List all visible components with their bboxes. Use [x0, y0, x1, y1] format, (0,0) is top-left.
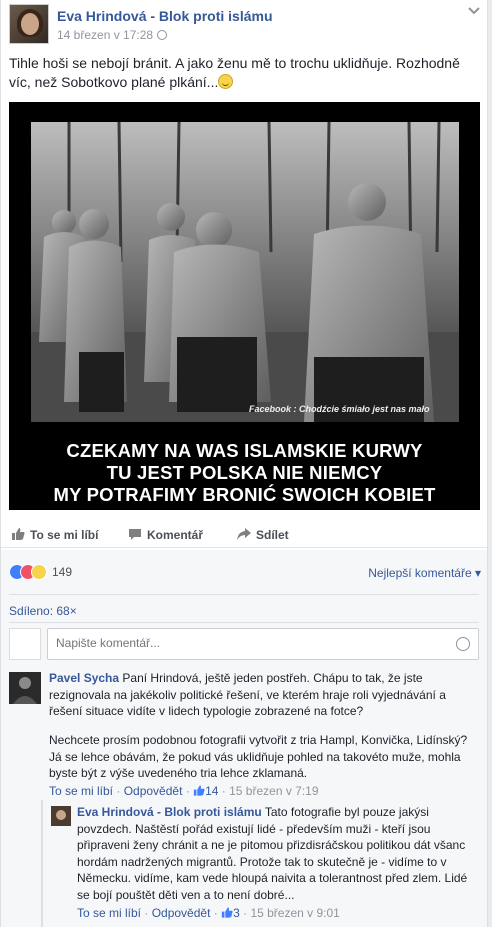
comment-button[interactable]: Komentář [128, 528, 203, 542]
chevron-down-icon[interactable] [467, 6, 481, 16]
author-avatar[interactable] [9, 4, 49, 44]
post-card: Eva Hrindová - Blok proti islámu 14 břez… [0, 0, 488, 927]
comment-sort-dropdown[interactable]: Nejlepší komentáře ▾ [368, 566, 481, 580]
globe-icon [157, 30, 168, 40]
reaction-count: 149 [52, 565, 73, 579]
comment-item: Pavel Sycha Paní Hrindová, ještě jeden p… [49, 670, 481, 720]
comment-input[interactable] [56, 636, 436, 650]
reply-avatar[interactable] [51, 806, 71, 826]
divider [9, 594, 479, 595]
share-button[interactable]: Sdílet [237, 528, 289, 542]
share-label: Sdílet [256, 528, 289, 542]
comment-like-count[interactable]: 14 [205, 784, 218, 798]
reply-like-link[interactable]: To se mi líbí [77, 906, 141, 920]
feedback-section: 149 Nejlepší komentáře ▾ Sdíleno: 68× Pa… [1, 550, 487, 927]
author-name[interactable]: Eva Hrindová - Blok proti islámu [57, 8, 273, 24]
reactions-summary[interactable]: 149 [9, 564, 72, 580]
haha-reaction-icon [31, 564, 47, 580]
post-actions: To se mi líbí Komentář Sdílet [1, 524, 487, 548]
comment-label: Komentář [147, 528, 204, 542]
caret-down-icon: ▾ [474, 566, 481, 580]
comment-time[interactable]: 15 březen v 7:19 [229, 784, 318, 798]
comment-like-link[interactable]: To se mi líbí [49, 784, 113, 798]
post-body: Tihle hoši se nebojí bránit. A jako ženu… [9, 55, 460, 90]
comment-input-box[interactable] [47, 628, 479, 660]
reply-thread-line [41, 800, 43, 927]
share-icon [237, 528, 251, 540]
comment-icon [129, 529, 141, 540]
reply-text: Tato fotografie byl pouze jakýsi povzdec… [77, 805, 468, 902]
comment-paragraph: Nechcete prosím podobnou fotografii vytv… [49, 732, 481, 782]
photo-watermark: Facebook : Chodźcie śmiało jest nas mało [249, 404, 430, 414]
photo-caption: CZEKAMY NA WAS ISLAMSKIE KURWY TU JEST P… [9, 440, 480, 506]
caption-line-3: MY POTRAFIMY BRONIĆ SWOICH KOBIET [53, 484, 436, 505]
post-photo[interactable]: Facebook : Chodźcie śmiało jest nas mało… [9, 102, 480, 510]
post-timestamp[interactable]: 14 březen v 17:28 [57, 28, 153, 42]
reply-like-count[interactable]: 3 [233, 906, 240, 920]
emoji-picker-icon[interactable] [456, 637, 470, 651]
like-button[interactable]: To se mi líbí [11, 528, 98, 542]
like-count-icon [193, 785, 205, 796]
comment-reply-link[interactable]: Odpovědět [124, 784, 183, 798]
reply-time[interactable]: 15 březen v 9:01 [250, 906, 339, 920]
shares-count[interactable]: Sdíleno: 68× [9, 604, 77, 618]
divider [9, 622, 479, 623]
reply-item: Eva Hrindová - Blok proti islámu Tato fo… [77, 804, 477, 903]
post-text: Tihle hoši se nebojí bránit. A jako ženu… [9, 54, 479, 92]
reply-footer: To se mi líbí · Odpovědět · 3 · 15 březe… [77, 906, 340, 920]
caption-line-2: TU JEST POLSKA NIE NIEMCY [106, 462, 383, 483]
comment-text-2: Nechcete prosím podobnou fotografii vytv… [49, 733, 468, 780]
comment-footer: To se mi líbí · Odpovědět · 14 · 15 břez… [49, 784, 319, 798]
caption-line-1: CZEKAMY NA WAS ISLAMSKIE KURWY [66, 440, 423, 461]
like-count-icon [221, 907, 233, 918]
like-label: To se mi líbí [30, 528, 99, 542]
commenter-avatar[interactable] [9, 672, 41, 704]
viewer-avatar [9, 628, 41, 660]
post-header: Eva Hrindová - Blok proti islámu 14 břez… [9, 4, 485, 46]
commenter-name[interactable]: Pavel Sycha [49, 671, 119, 685]
reply-author[interactable]: Eva Hrindová - Blok proti islámu [77, 805, 262, 819]
reply-reply-link[interactable]: Odpovědět [152, 906, 211, 920]
post-meta: 14 březen v 17:28 [57, 28, 168, 42]
thumbs-up-icon [12, 528, 25, 540]
sort-label: Nejlepší komentáře [368, 566, 472, 580]
smile-emoji-icon [218, 74, 234, 89]
